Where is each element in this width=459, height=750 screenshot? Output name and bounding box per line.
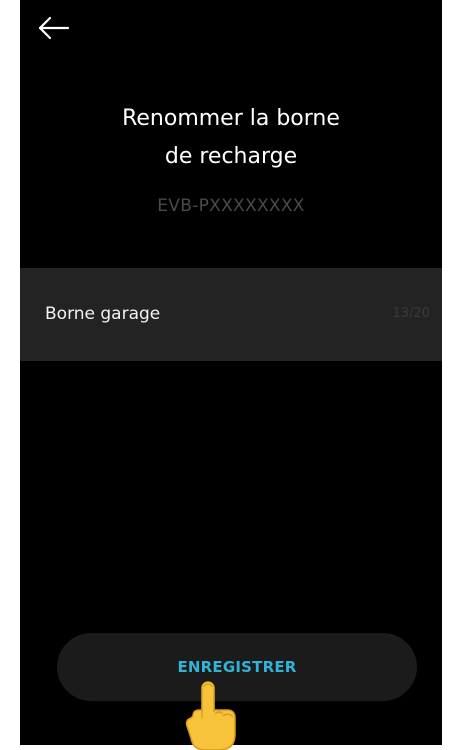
back-button[interactable] xyxy=(36,14,72,42)
pointing-hand-icon xyxy=(185,681,236,750)
phone-screen: Renommer la borne de recharge EVB-PXXXXX… xyxy=(20,0,442,745)
charger-name-input[interactable] xyxy=(45,298,365,330)
charger-name-field: 13/20 xyxy=(20,268,442,361)
page-title-line-1: Renommer la borne xyxy=(122,106,340,131)
arrow-left-icon xyxy=(38,16,70,40)
page-title-line-2: de recharge xyxy=(164,144,298,169)
charger-id: EVB-PXXXXXXXX xyxy=(157,196,305,216)
character-counter: 13/20 xyxy=(392,306,430,321)
page-title: Renommer la borne de recharge xyxy=(20,100,442,176)
